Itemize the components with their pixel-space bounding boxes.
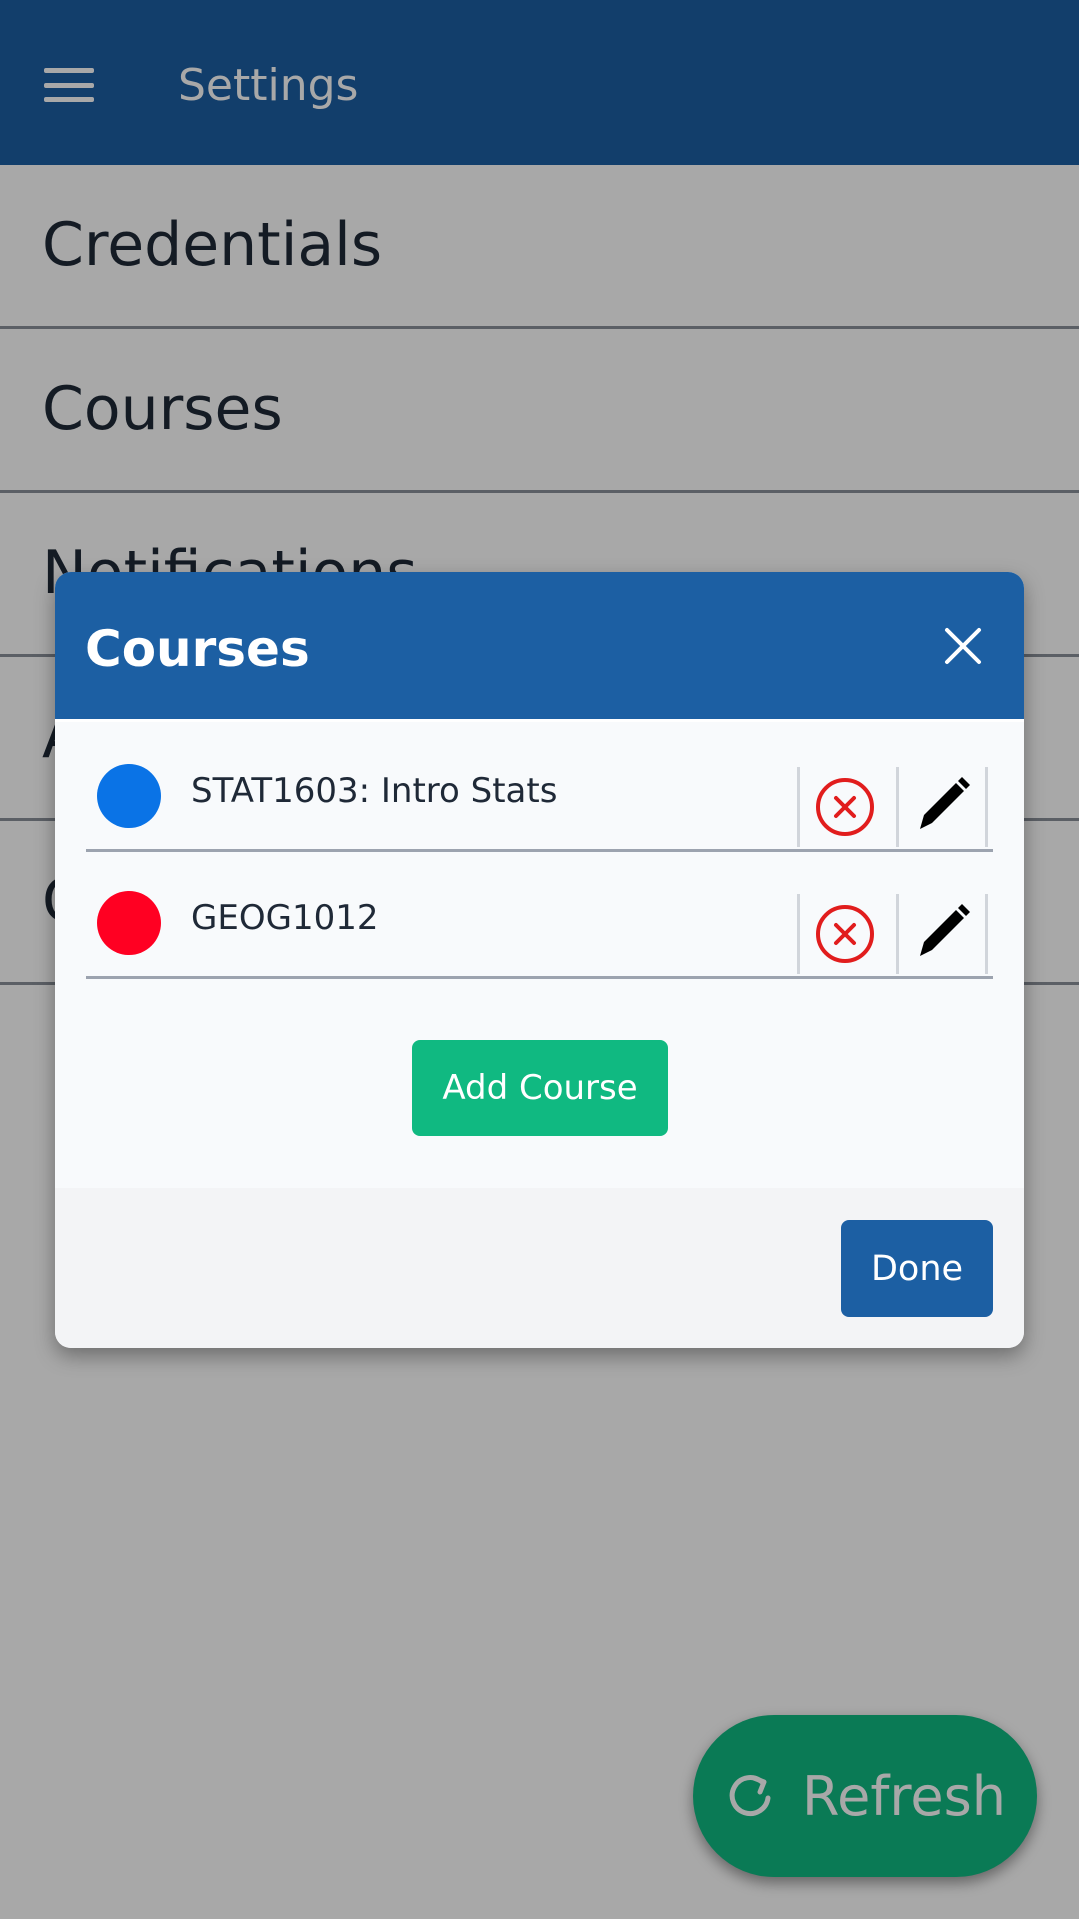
close-icon[interactable] bbox=[933, 616, 993, 676]
remove-circle-icon bbox=[816, 905, 874, 963]
remove-course-button[interactable] bbox=[814, 903, 876, 965]
dialog-header: Courses bbox=[55, 572, 1024, 722]
remove-circle-icon bbox=[816, 778, 874, 836]
course-color-swatch bbox=[97, 764, 161, 828]
courses-dialog: Courses STAT1603: Intro Stats GEOG1012 A… bbox=[55, 572, 1024, 1348]
divider bbox=[896, 894, 899, 974]
divider bbox=[797, 767, 800, 847]
edit-course-button[interactable] bbox=[912, 773, 972, 833]
divider bbox=[797, 894, 800, 974]
course-color-swatch bbox=[97, 891, 161, 955]
course-name: GEOG1012 bbox=[191, 898, 379, 938]
course-row: GEOG1012 bbox=[86, 852, 993, 979]
course-name: STAT1603: Intro Stats bbox=[191, 771, 558, 811]
course-row: STAT1603: Intro Stats bbox=[86, 725, 993, 852]
pencil-icon bbox=[920, 777, 970, 829]
dialog-title: Courses bbox=[85, 620, 310, 678]
edit-course-button[interactable] bbox=[912, 900, 972, 960]
add-course-button[interactable]: Add Course bbox=[412, 1040, 668, 1136]
done-button[interactable]: Done bbox=[841, 1220, 993, 1317]
pencil-icon bbox=[920, 904, 970, 956]
divider bbox=[985, 767, 988, 847]
remove-course-button[interactable] bbox=[814, 776, 876, 838]
divider bbox=[896, 767, 899, 847]
divider bbox=[985, 894, 988, 974]
